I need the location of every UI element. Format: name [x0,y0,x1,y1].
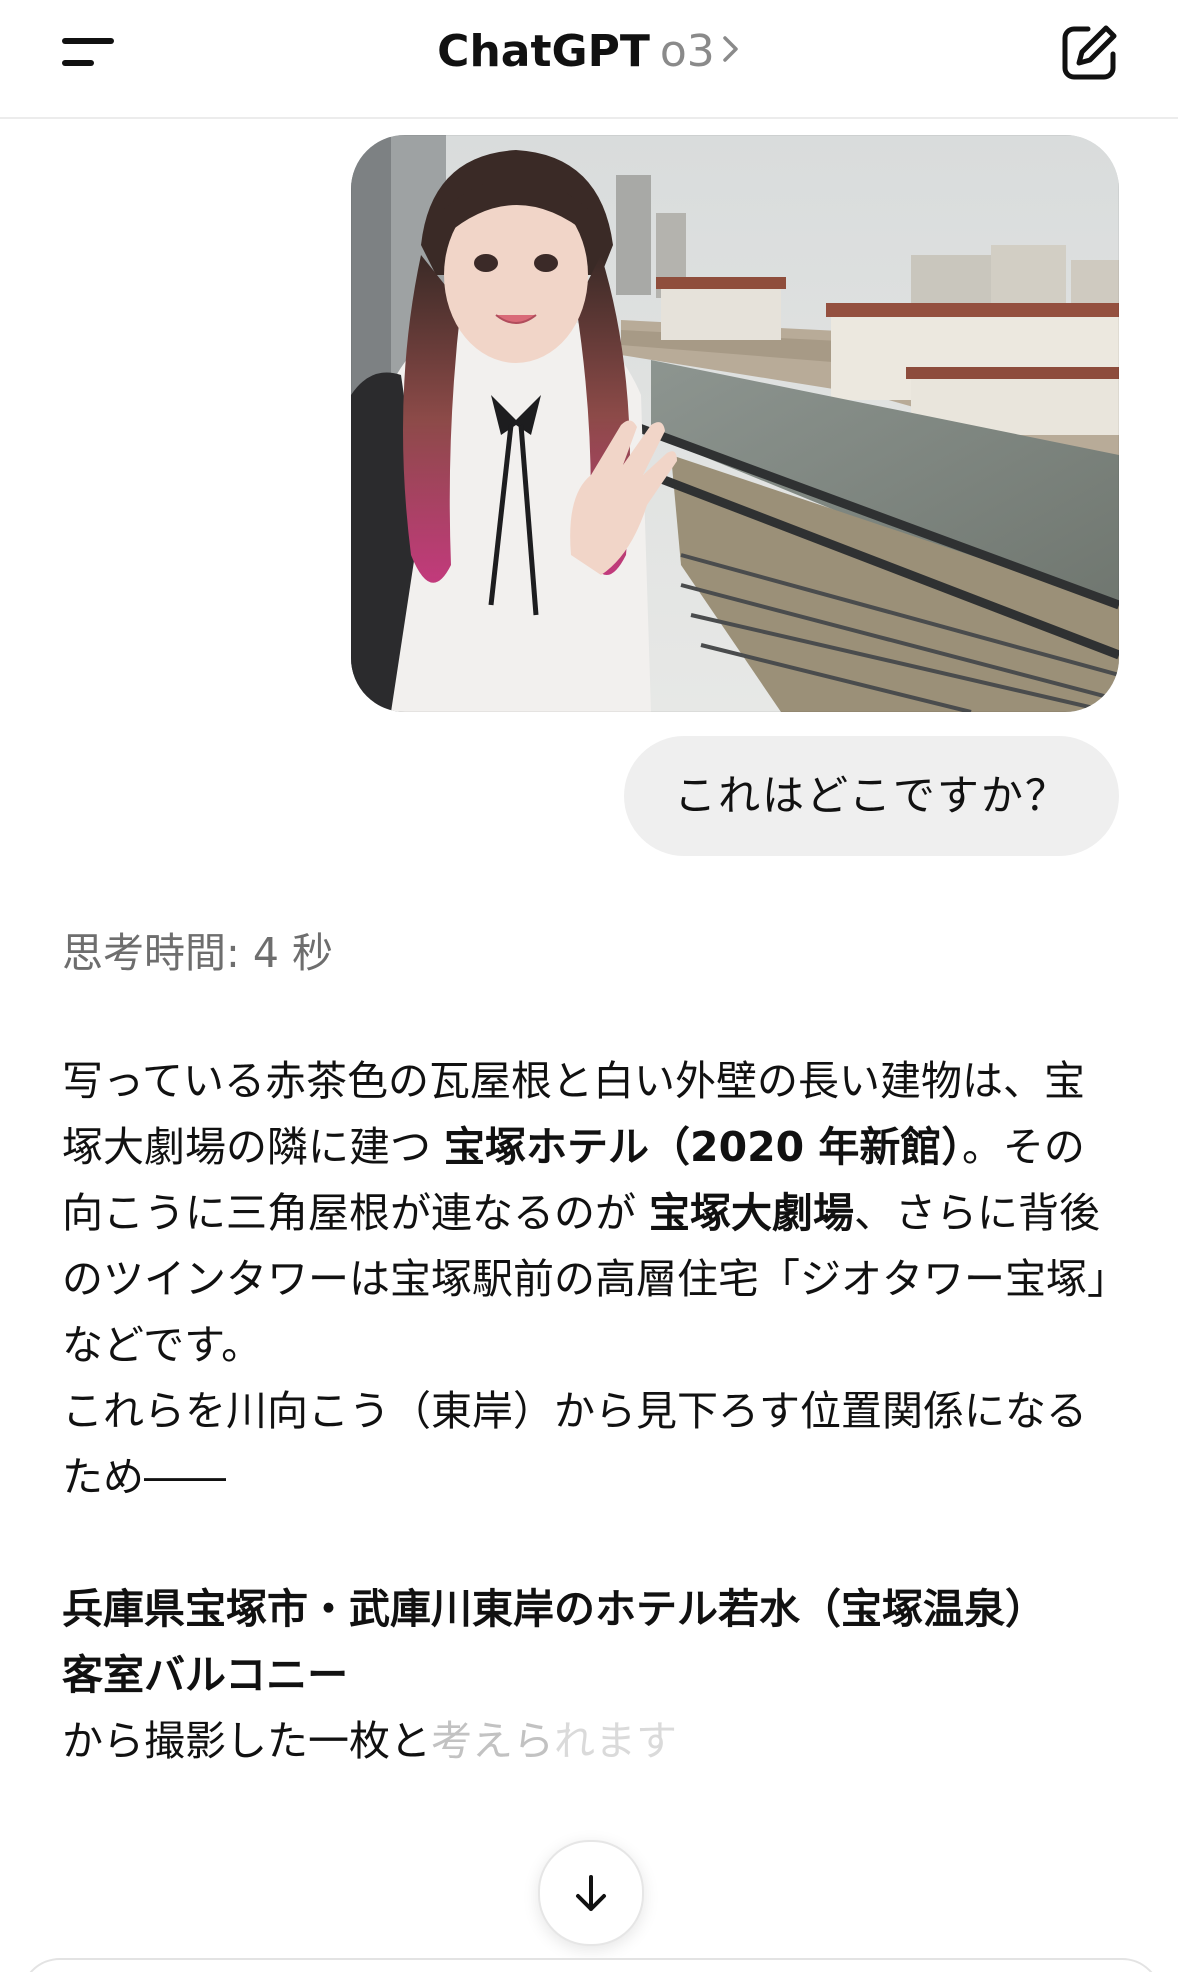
top-bar: ChatGPT o3 [0,0,1178,119]
answer-fading-text: れます [554,1717,677,1765]
thinking-time-toggle[interactable]: 思考時間: 4 秒 [62,925,333,981]
model-selector[interactable]: ChatGPT o3 [0,24,1178,80]
chat-screen: ChatGPT o3 これはどこですか？ 思考時間: 4 秒 写っている赤茶色の… [0,0,1178,1972]
answer-bold-text: 宝塚大劇場 [649,1189,855,1237]
chevron-right-icon [721,22,741,78]
arrow-down-icon [576,1875,606,1911]
answer-bold-text: 客室バルコニー [62,1651,349,1699]
answer-conclusion: 兵庫県宝塚市・武庫川東岸のホテル若水（宝塚温泉） 客室バルコニー [62,1576,1122,1708]
user-message-bubble: これはどこですか？ [624,736,1119,856]
model-name: o3 [659,26,715,77]
user-uploaded-photo[interactable] [351,135,1119,712]
answer-bold-text: 兵庫県宝塚市・武庫川東岸のホテル若水（宝塚温泉） [62,1585,1046,1633]
answer-text: から撮影した一枚と [62,1717,431,1765]
new-chat-icon[interactable] [1058,22,1120,84]
answer-paragraph: これらを川向こう（東岸）から見下ろす位置関係になるため―― [62,1387,1087,1501]
answer-fading-text: 考えら [431,1717,554,1765]
composer-edge [20,1958,1162,1972]
answer-paragraph: 写っている赤茶色の瓦屋根と白い外壁の長い建物は、宝塚大劇場の隣に建つ 宝塚ホテル… [62,1048,1122,1378]
scroll-to-bottom-button[interactable] [538,1840,644,1946]
answer-bold-text: 宝塚ホテル（2020 年新館） [444,1123,962,1171]
assistant-message: 写っている赤茶色の瓦屋根と白い外壁の長い建物は、宝塚大劇場の隣に建つ 宝塚ホテル… [62,1048,1122,1774]
app-title: ChatGPT [437,26,650,77]
answer-streaming-text: から撮影した一枚と考えられます [62,1708,1122,1774]
